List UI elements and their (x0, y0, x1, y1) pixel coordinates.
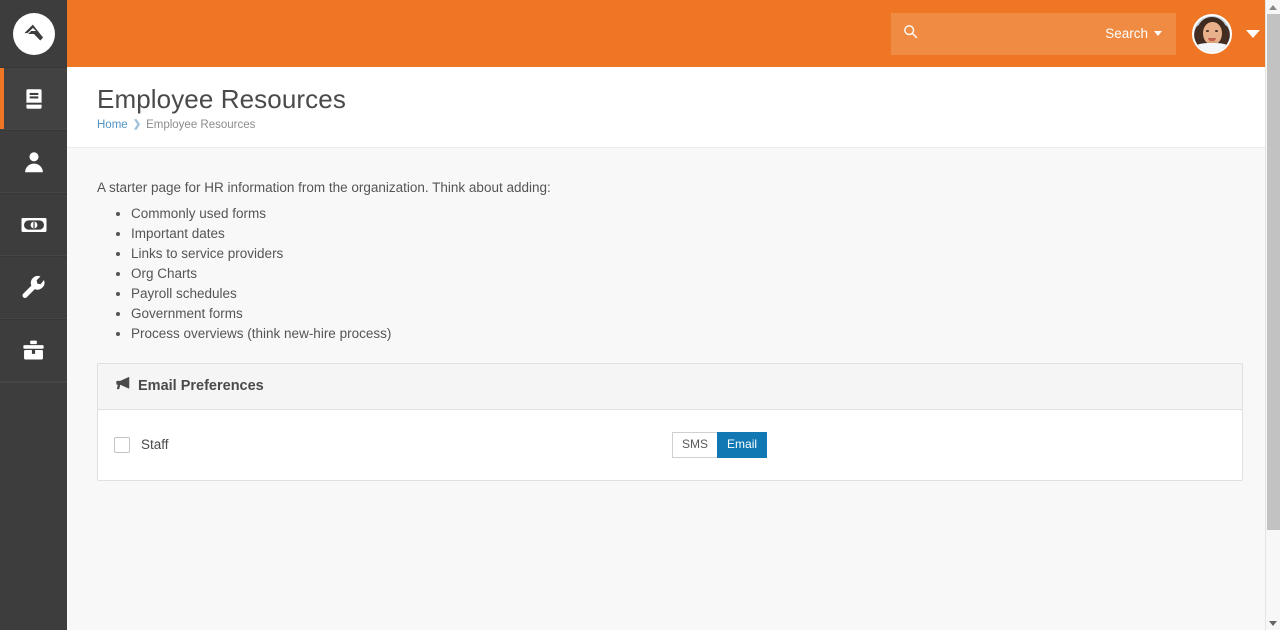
chevron-down-icon[interactable] (1246, 29, 1260, 38)
list-item: Commonly used forms (131, 204, 1243, 224)
search-scope-label[interactable]: Search (1105, 26, 1148, 41)
breadcrumb: Home ❯ Employee Resources (97, 119, 1280, 131)
application-window: Search Employee Resources Home ❯ Employe… (0, 0, 1280, 630)
logo-home-button[interactable] (0, 0, 67, 67)
rock-rms-logo-glyph (24, 24, 44, 41)
rock-rms-logo (12, 12, 55, 55)
suggestions-list: Commonly used forms Important dates Link… (131, 204, 1243, 344)
page-title: Employee Resources (97, 84, 346, 114)
scroll-up-arrow-icon[interactable] (1266, 0, 1280, 14)
main-sidebar (0, 0, 67, 630)
panel-title: Email Preferences (138, 378, 264, 395)
page-title-band: Employee Resources Home ❯ Employee Resou… (67, 67, 1280, 148)
search-input[interactable] (926, 26, 1106, 41)
user-avatar[interactable] (1192, 13, 1232, 54)
top-header-bar: Search (67, 0, 1280, 67)
bullhorn-icon (114, 376, 131, 396)
list-item: Payroll schedules (131, 284, 1243, 304)
sidebar-item-people[interactable] (0, 130, 67, 193)
book-icon (21, 86, 47, 112)
list-item: Org Charts (131, 264, 1243, 284)
money-icon (20, 211, 48, 239)
list-item: Important dates (131, 224, 1243, 244)
panel-body: Staff SMS Email (98, 410, 1242, 480)
search-box[interactable]: Search (891, 12, 1176, 55)
toolbox-icon (20, 337, 47, 364)
sidebar-item-finance[interactable] (0, 193, 67, 256)
breadcrumb-separator-icon: ❯ (132, 119, 142, 131)
intro-paragraph: A starter page for HR information from t… (97, 179, 551, 195)
sidebar-item-tools[interactable] (0, 256, 67, 319)
breadcrumb-current: Employee Resources (146, 118, 256, 131)
panel-header: Email Preferences (98, 363, 1242, 410)
email-preferences-panel: Email Preferences Staff SMS Email (97, 362, 1243, 481)
list-item: Process overviews (think new-hire proces… (131, 324, 1243, 344)
staff-checkbox-group[interactable]: Staff (114, 436, 672, 453)
sidebar-item-admin[interactable] (0, 319, 67, 382)
wrench-icon (20, 274, 47, 301)
email-button[interactable]: Email (717, 432, 768, 458)
scroll-down-arrow-icon[interactable] (1266, 616, 1280, 630)
sidebar-empty-space (0, 382, 67, 630)
search-icon (903, 24, 918, 44)
person-icon (21, 149, 47, 175)
staff-checkbox[interactable] (114, 436, 130, 453)
scroll-thumb[interactable] (1267, 14, 1280, 530)
vertical-scrollbar[interactable] (1265, 0, 1280, 630)
sidebar-item-cms[interactable] (0, 67, 67, 130)
staff-checkbox-label: Staff (141, 437, 169, 453)
communication-preference-toggle[interactable]: SMS Email (672, 432, 768, 458)
main-column: Search Employee Resources Home ❯ Employe… (67, 0, 1280, 630)
user-menu[interactable] (1192, 13, 1260, 54)
sms-button[interactable]: SMS (672, 432, 719, 458)
page-content: A starter page for HR information from t… (67, 147, 1280, 630)
list-item: Government forms (131, 304, 1243, 324)
breadcrumb-home-link[interactable]: Home (97, 119, 128, 131)
caret-down-icon[interactable] (1154, 31, 1162, 36)
list-item: Links to service providers (131, 244, 1243, 264)
preference-row: Staff SMS Email (114, 432, 1226, 458)
